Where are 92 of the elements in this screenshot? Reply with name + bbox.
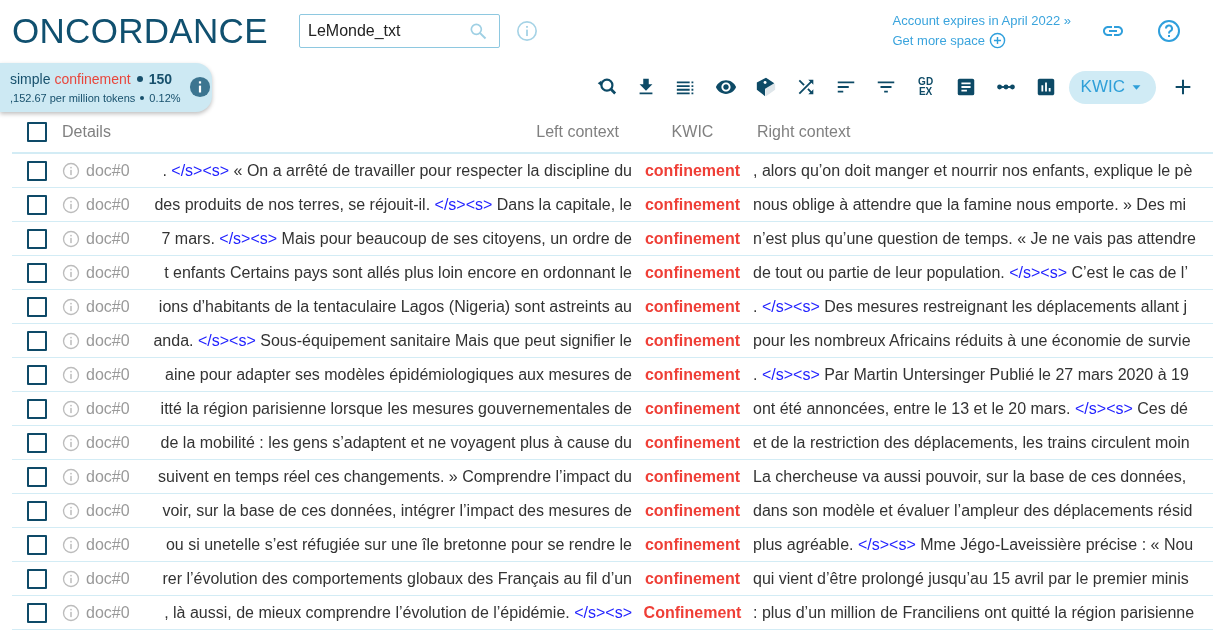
- document-id: doc#0: [86, 161, 130, 180]
- context-text: voir, sur la base de ces données, intégrer l’impact des mesures de: [162, 501, 632, 520]
- frequency-text: ,152.67 per million tokens: [10, 91, 136, 104]
- document-id: doc#0: [86, 229, 130, 248]
- context-text: itté la région parisienne lorsque les mesures gouvernementales de: [160, 399, 632, 418]
- context-text: aine pour adapter ses modèles épidémiologiques aux mesures de: [165, 365, 632, 384]
- checkbox[interactable]: [27, 296, 47, 317]
- context-text: , alors qu’on doit manger et nourrir nos enfants, explique le pè: [753, 161, 1194, 180]
- document-id: doc#0: [86, 467, 130, 486]
- context-text: . </s><s> « On a arrêté de travailler pour respecter la discipline du: [162, 161, 632, 180]
- help-icon[interactable]: [1157, 19, 1181, 43]
- context-text: . </s><s> Par Martin Untersinger Publié le 27 mars 2020 à 19: [753, 365, 1190, 384]
- info-icon[interactable]: [188, 76, 211, 98]
- document-id: doc#0: [86, 365, 130, 384]
- checkbox[interactable]: [27, 122, 47, 142]
- context-text: de tout ou partie de leur population. </s><s> C’est le cas de l’: [753, 263, 1189, 282]
- context-text: qui vient d’être prolongé jusqu’au 15 avril par le premier minis: [753, 569, 1190, 588]
- checkbox[interactable]: [27, 364, 47, 385]
- checkbox[interactable]: [27, 432, 47, 453]
- keyword[interactable]: confinement: [644, 433, 741, 452]
- keyword[interactable]: confinement: [644, 229, 741, 248]
- checkbox[interactable]: [27, 500, 47, 521]
- context-text: des produits de nos terres, se réjouit-il. </s><s> Dans la capitale, le: [154, 195, 632, 214]
- checkbox[interactable]: [27, 160, 47, 181]
- context-text: . </s><s> Des mesures restreignant les déplacements allant j: [753, 297, 1189, 316]
- keyword[interactable]: confinement: [644, 399, 741, 418]
- context-text: , là aussi, de mieux comprendre l’évolution de l’épidémie. </s><s>: [164, 603, 632, 622]
- keyword[interactable]: confinement: [644, 569, 741, 588]
- checkbox[interactable]: [27, 398, 47, 419]
- document-id: doc#0: [86, 603, 130, 622]
- column-header: KWIC: [671, 123, 714, 141]
- context-text: ions d’habitants de la tentaculaire Lagos (Nigeria) sont astreints au: [158, 297, 632, 316]
- keyword[interactable]: confinement: [644, 161, 741, 180]
- document-id: doc#0: [86, 535, 130, 554]
- context-text: anda. </s><s> Sous-équipement sanitaire Mais que peut signifier le: [153, 331, 632, 350]
- document-id: doc#0: [86, 331, 130, 350]
- context-text: plus agréable. </s><s> Mme Jégo-Laveissière précise : « Nou: [753, 535, 1195, 554]
- view-dropdown[interactable]: KWIC: [1068, 70, 1156, 104]
- context-text: ou si unetelle s’est réfugiée sur une île bretonne pour se rendre le: [165, 535, 632, 554]
- query-text: confinement: [54, 70, 131, 87]
- query-type: simple: [10, 70, 51, 87]
- keyword[interactable]: confinement: [644, 535, 741, 554]
- context-text: La chercheuse va aussi pouvoir, sur la base de ces données,: [753, 467, 1188, 486]
- context-text: ont été annoncées, entre le 13 et le 20 mars. </s><s> Ces dé: [753, 399, 1189, 418]
- context-text: et de la restriction des déplacements, les trains circulent moin: [753, 433, 1191, 452]
- add-circle-icon[interactable]: [989, 32, 1006, 49]
- hit-count: 150: [148, 70, 173, 87]
- checkbox[interactable]: [27, 330, 47, 351]
- checkbox[interactable]: [27, 466, 47, 487]
- document-id: doc#0: [86, 433, 130, 452]
- separator-dot: [136, 75, 143, 82]
- document-id: doc#0: [86, 501, 130, 520]
- keyword[interactable]: confinement: [644, 501, 741, 520]
- account-link[interactable]: Account expires in April 2022 »: [892, 13, 1071, 28]
- checkbox[interactable]: [27, 534, 47, 555]
- gdex-button[interactable]: GD EX: [914, 77, 937, 97]
- separator-dot: [140, 95, 145, 100]
- document-id: doc#0: [86, 297, 130, 316]
- keyword[interactable]: confinement: [644, 467, 741, 486]
- document-id: doc#0: [86, 195, 130, 214]
- context-text: 7 mars. </s><s> Mais pour beaucoup de ses citoyens, un ordre de: [161, 229, 632, 248]
- context-text: pour les nombreux Africains réduits à une économie de survie: [753, 331, 1192, 350]
- checkbox[interactable]: [27, 602, 47, 623]
- column-header: Details: [62, 123, 111, 141]
- keyword[interactable]: confinement: [644, 195, 741, 214]
- context-text: rer l’évolution des comportements globaux des Français au fil d’un: [162, 569, 632, 588]
- keyword[interactable]: confinement: [644, 297, 741, 316]
- column-header: Right context: [757, 123, 851, 140]
- checkbox[interactable]: [27, 228, 47, 249]
- search-field[interactable]: LeMonde_txt: [299, 14, 500, 48]
- context-text: dans son modèle et évaluer l’ampleur des déplacements résid: [753, 501, 1194, 520]
- context-text: de la mobilité : les gens s’adaptent et ne voyagent plus à cause du: [160, 433, 632, 452]
- context-text: nous oblige à attendre que la famine nous emporte. » Des mi: [753, 195, 1188, 214]
- context-text: t enfants Certains pays sont allés plus loin encore en ordonnant le: [164, 263, 632, 282]
- context-text: : plus d’un million de Franciliens ont quitté la région parisienne: [753, 603, 1196, 622]
- document-id: doc#0: [86, 263, 130, 282]
- keyword[interactable]: Confinement: [643, 603, 742, 622]
- checkbox[interactable]: [27, 262, 47, 283]
- context-text: suivent en temps réel ces changements. » Comprendre l’impact du: [158, 467, 632, 486]
- keyword[interactable]: confinement: [644, 365, 741, 384]
- get-space-link[interactable]: Get more space: [892, 33, 985, 48]
- document-id: doc#0: [86, 569, 130, 588]
- checkbox[interactable]: [27, 194, 47, 215]
- document-id: doc#0: [86, 399, 130, 418]
- app-title: ONCORDANCE: [12, 11, 269, 51]
- keyword[interactable]: confinement: [644, 263, 741, 282]
- column-header: Left context: [536, 123, 619, 141]
- dice-icon[interactable]: [754, 76, 777, 98]
- context-text: n’est plus qu’une question de temps. « Je ne vais pas attendre: [753, 229, 1197, 248]
- percentage-text: 0.12%: [149, 91, 181, 104]
- checkbox[interactable]: [27, 568, 47, 589]
- keyword[interactable]: confinement: [644, 331, 741, 350]
